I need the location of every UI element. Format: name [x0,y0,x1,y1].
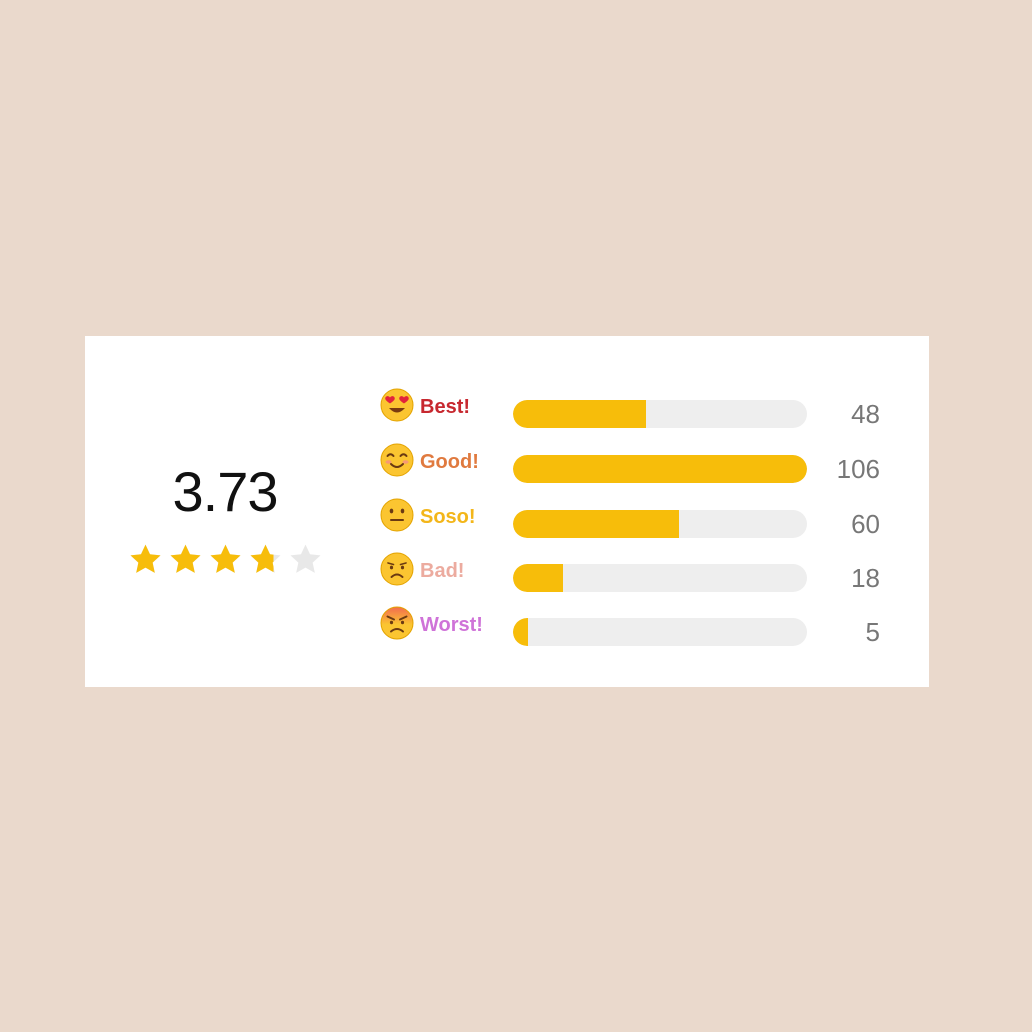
rating-row-worst: Worst! 5 [380,606,880,646]
rating-bar-track-good [513,455,807,483]
star-icon-empty [289,544,321,573]
rating-row-best: Best! 48 [380,388,880,428]
rating-row-soso: Soso! 60 [380,498,880,538]
star-icon-partial [249,544,281,573]
sad-emoji-icon [380,552,414,586]
rating-row-bad: Bad! 18 [380,552,880,592]
average-rating-score: 3.73 [172,460,279,523]
rating-row-good: Good! 106 [380,443,880,483]
rating-label-worst: Worst! [420,614,483,636]
rating-bar-fill-best [513,400,647,428]
rating-count-good: 106 [836,454,880,484]
star-icon-full [169,544,201,573]
rating-bar-track-bad [513,564,807,592]
smiling-emoji-icon [380,443,414,477]
heart-eyes-emoji-icon [380,388,414,422]
star-rating [125,542,325,577]
angry-emoji-icon [380,606,414,640]
rating-bar-fill-worst [513,618,528,646]
rating-bar-fill-good [513,455,807,483]
rating-bar-track-soso [513,510,807,538]
rating-bar-fill-bad [513,564,563,592]
rating-summary-card: 3.73 Best! 48 Good! 106 Soso! 60 Bad! 18… [85,336,929,687]
rating-label-bad: Bad! [420,560,465,582]
neutral-emoji-icon [380,498,414,532]
star-icon-full [129,544,161,573]
rating-bar-track-best [513,400,807,428]
rating-bar-track-worst [513,618,807,646]
rating-label-best: Best! [420,396,471,418]
star-icon-full [209,544,241,573]
rating-count-soso: 60 [851,509,880,539]
rating-count-bad: 18 [851,563,880,593]
rating-count-best: 48 [851,399,880,429]
average-rating-block: 3.73 [125,464,325,577]
rating-count-worst: 5 [865,617,880,647]
rating-bar-fill-soso [513,510,680,538]
rating-label-good: Good! [420,451,479,473]
rating-label-soso: Soso! [420,506,476,528]
